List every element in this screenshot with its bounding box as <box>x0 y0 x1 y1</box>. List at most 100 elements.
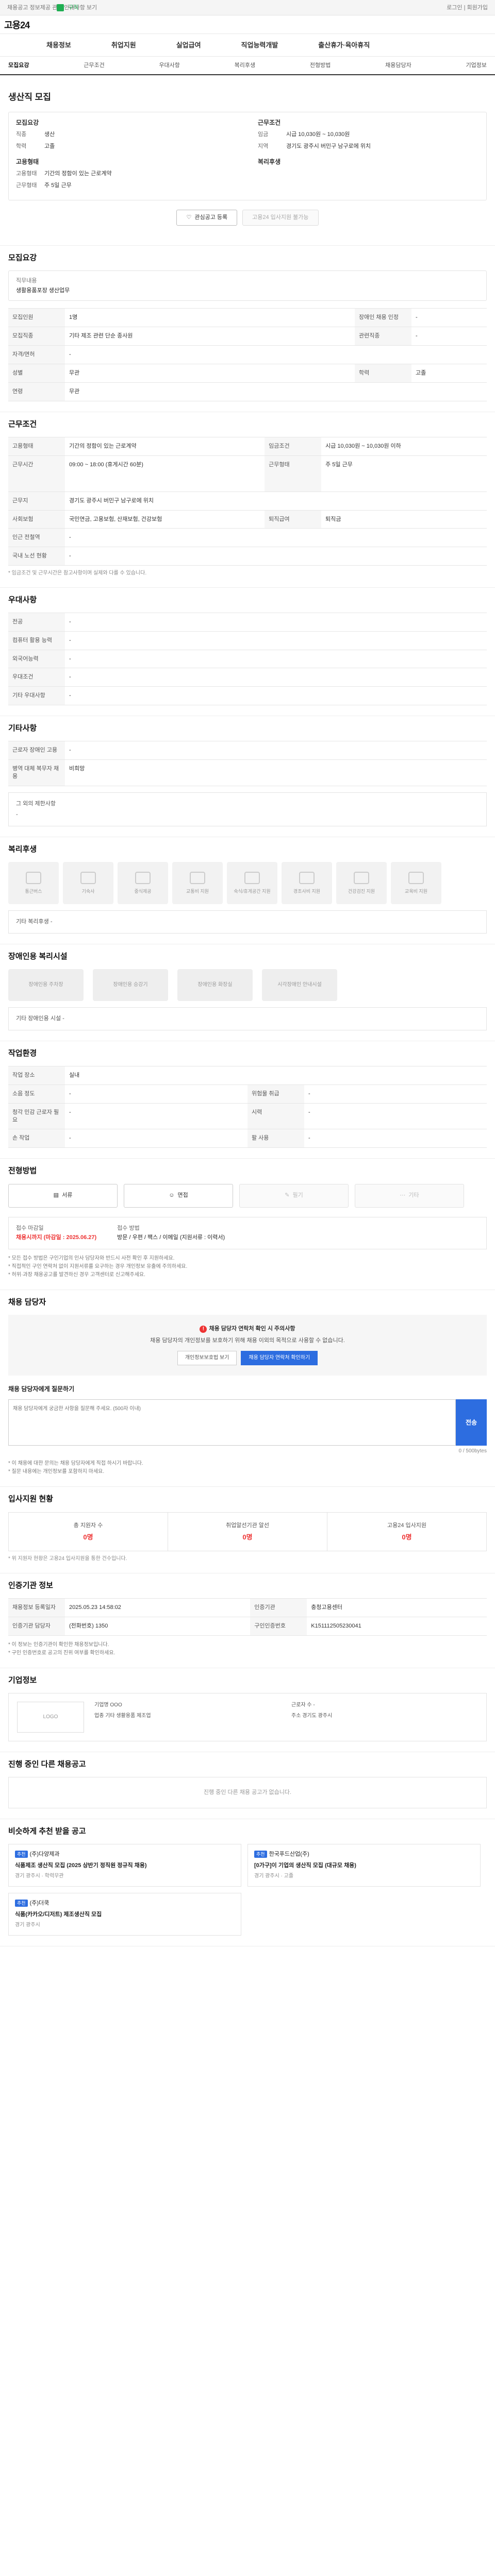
recommend-card[interactable]: 추천 (주)더쿡 식품(카카오/디저트) 제조생산직 모집 경기 광주시 <box>8 1892 241 1936</box>
cell: 청각 민감 근로자 필요 <box>8 1103 65 1130</box>
cell: - <box>65 528 487 548</box>
cert-section: 인증기관 정보 채용정보 등록일자 2025.05.23 14:58:02 인증기관… <box>0 1573 495 1668</box>
cell: - <box>65 1129 248 1148</box>
cell: 인증기관 담당자 <box>8 1616 65 1636</box>
recommend-badge: 추천 <box>15 1851 28 1858</box>
cell: 경기도 광주시 버민구 남구로에 위치 <box>65 491 487 511</box>
welfare-label: 숙식/휴게공간 지원 <box>234 888 271 894</box>
kv-key: 근무형태 <box>16 182 37 189</box>
cell: 1명 <box>65 308 355 328</box>
recommend-card[interactable]: 추천 (주)다양제과 식품제조 생산직 모집 (2025 상반기 정직원 정규직 … <box>8 1844 241 1887</box>
empty-message: 진행 중인 다른 채용 공고가 없습니다. <box>8 1777 487 1808</box>
site-logo[interactable]: 고용24 <box>4 19 30 31</box>
kv-key: 지역 <box>258 143 269 149</box>
summary-card: 모집요강 직종 생산 학력 고졸 고용형태 고용형태 기간의 정함이 있는 근로계약 … <box>8 111 487 200</box>
stat-value: 0명 <box>83 1533 93 1541</box>
stat-item: 총 지원자 수 0명 <box>9 1513 168 1551</box>
question-input[interactable] <box>8 1399 456 1446</box>
recommend-company: (주)다양제과 <box>29 1851 60 1858</box>
alert-text: 채용 담당자의 개인정보를 보호하기 위해 채용 이외의 목적으로 사용할 수 … <box>150 1337 345 1344</box>
cell: 장애인 채용 인정 <box>355 308 411 328</box>
recommend-title: [0가구]이 기업의 생산직 모집 (대규모 채용) <box>254 1862 356 1869</box>
bullet: * 구인 인증번호로 공고의 진위 여부를 확인하세요. <box>8 1650 116 1656</box>
cell: 시급 10,030원 ~ 10,030원 이하 <box>321 436 487 456</box>
recommend-title: 식품(카카오/디저트) 제조생산직 모집 <box>15 1911 102 1918</box>
cell: 전공 <box>8 612 65 632</box>
gift-icon <box>299 871 315 884</box>
work-env-table: 작업 장소 실내 소음 정도 - 위험물 취급 - 청각 민감 근로자 필요 - 시력 - 손… <box>8 1066 487 1148</box>
apply-button[interactable]: 고용24 입사지원 불가능 <box>242 209 319 226</box>
view-contact-button[interactable]: 채용 담당자 연락처 확인하기 <box>241 1351 318 1365</box>
stat-label: 총 지원자 수 <box>73 1522 103 1529</box>
privacy-law-button[interactable]: 개인정보보호법 보기 <box>177 1351 237 1365</box>
method-bullets: * 모든 접수 방법은 구인기업의 인사 담당자와 반드시 사전 확인 후 지원… <box>8 1255 487 1279</box>
welfare-item: 기숙사 <box>63 861 113 904</box>
welfare-item: 건강검진 지원 <box>336 861 387 904</box>
kv-value: 고졸 <box>44 143 55 149</box>
tab-company[interactable]: 기업정보 <box>466 62 486 70</box>
tab-recruit[interactable]: 모집요강 <box>8 62 29 70</box>
nav-item[interactable]: 실업급여 <box>176 41 201 50</box>
process-value: 방문 / 우편 / 팩스 / 이메일 (지원서류 : 이력서) <box>117 1234 225 1241</box>
kv-value: 경기도 광주시 버민구 남구로에 위치 <box>286 143 371 149</box>
send-button[interactable]: 전송 <box>456 1399 487 1446</box>
transport-icon <box>190 871 205 884</box>
welfare-label: 기숙사 <box>81 888 95 894</box>
nav-item[interactable]: 직업능력개발 <box>241 41 278 50</box>
bullet: * 질문 내용에는 개인정보를 포함하지 마세요. <box>8 1469 105 1475</box>
condition-note: * 임금조건 및 근무시간은 참고사항이며 실제와 다를 수 있습니다. <box>8 570 147 577</box>
tab-preference[interactable]: 우대사항 <box>159 62 179 70</box>
cell: 모집직종 <box>8 327 65 346</box>
login-links[interactable]: 로그인 | 회원가입 <box>447 4 488 12</box>
tab-method[interactable]: 전형방법 <box>310 62 331 70</box>
cell: - <box>65 649 487 669</box>
method-section: 전형방법 ▤ 서류 ☺ 면접 ✎ 필기 ⋯ 기타 접수 마감일 채용시까지 (마감일 : … <box>0 1159 495 1291</box>
etc-sub-label: 그 외의 제한사항 <box>16 800 56 807</box>
nav-item[interactable]: 채용정보 <box>46 41 71 50</box>
company-key: 근로자 수 <box>291 1702 312 1708</box>
cell: - <box>65 686 487 706</box>
cell: 학력 <box>355 364 411 383</box>
cell: 비희망 <box>65 759 487 786</box>
tab-contact[interactable]: 채용담당자 <box>385 62 411 70</box>
cell: 소음 정도 <box>8 1084 65 1104</box>
cell: - <box>304 1103 487 1130</box>
interest-button[interactable]: ♡ 관심공고 등록 <box>176 209 238 226</box>
recommend-card[interactable]: 추천 한국푸드산업(주) [0가구]이 기업의 생산직 모집 (대규모 채용) 경… <box>248 1844 481 1887</box>
interest-label: 관심공고 등록 <box>194 214 228 221</box>
cell: - <box>65 741 487 760</box>
cell: 우대조건 <box>8 668 65 687</box>
nav-item[interactable]: 출산휴가·육아휴직 <box>318 41 370 50</box>
etc-sub-box: 그 외의 제한사항 - <box>8 792 487 826</box>
company-value: 경기도 광주시 <box>302 1713 333 1719</box>
education-icon <box>408 871 424 884</box>
stats-box: 총 지원자 수 0명 취업알선기관 알선 0명 고용24 입사지원 0명 <box>8 1512 487 1552</box>
bullet: * 이 정보는 인증기관이 확인한 채용정보입니다. <box>8 1641 109 1648</box>
cell: 퇴직금 <box>321 510 487 529</box>
cell: - <box>65 612 487 632</box>
tab-condition[interactable]: 근무조건 <box>84 62 104 70</box>
section-title: 장애인용 복리시설 <box>8 952 68 961</box>
cell: - <box>304 1129 487 1148</box>
recommend-tags: 경기 광주시 <box>15 1922 40 1928</box>
welfare-etc-value: - <box>50 918 53 925</box>
facility-item: 장애인용 화장실 <box>177 969 253 1001</box>
cell: 기간의 정함이 있는 근로계약 <box>65 436 265 456</box>
facility-item: 시각장애인 안내시설 <box>262 969 337 1001</box>
welfare-label: 교통비 지원 <box>186 888 209 894</box>
company-box: LOGO 기업명 OOO 업종 기타 생활용품 제조업 근로자 수 - 주소 경… <box>8 1692 487 1741</box>
company-value: - <box>313 1702 315 1708</box>
notice-text[interactable]: 채용공고 정보제공 관련 안내사항 보기 <box>7 4 97 12</box>
tab-welfare[interactable]: 복리후생 <box>235 62 255 70</box>
job-title: 생산직 모집 <box>8 92 51 102</box>
section-title: 모집요강 <box>8 253 37 262</box>
preference-section: 우대사항 전공 - 컴퓨터 활용 능력 - 외국어능력 - 우대조건 - 기타 우대사항… <box>0 588 495 717</box>
green-badge-icon <box>57 4 64 11</box>
condition-table: 고용형태 기간의 정함이 있는 근로계약 임금조건 시급 10,030원 ~ 10,0… <box>8 436 487 566</box>
nav-item[interactable]: 취업지원 <box>111 41 136 50</box>
cell: 연령 <box>8 382 65 401</box>
recommend-badge: 추천 <box>15 1899 28 1907</box>
cell: - <box>65 1084 248 1104</box>
deadline-value: 채용시까지 (마감일 : 2025.06.27) <box>16 1234 97 1241</box>
facility-etc: 기타 장애인용 시설 - <box>8 1007 487 1030</box>
